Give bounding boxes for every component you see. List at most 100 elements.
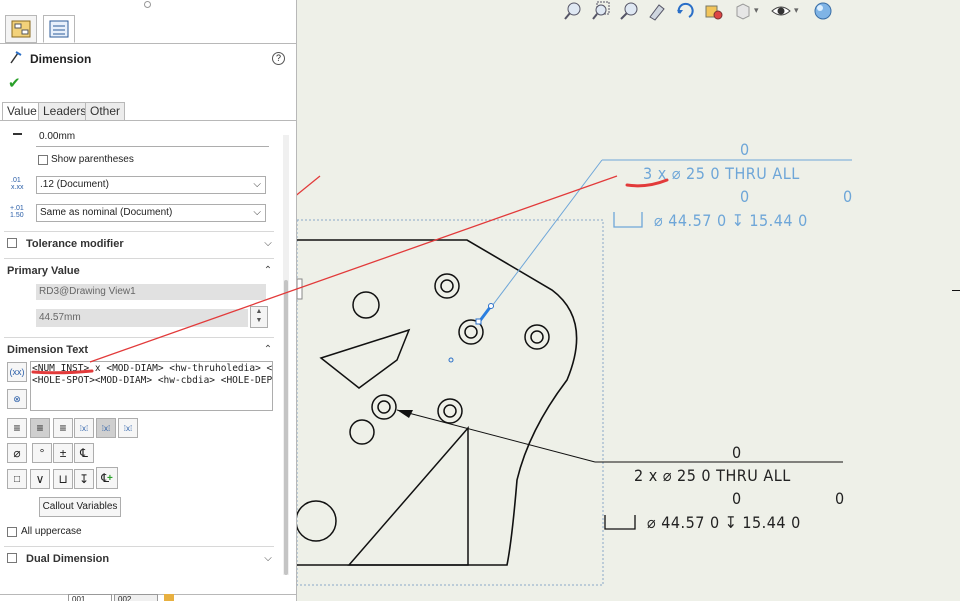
property-manager-panel: Dimension ? ✔ Value Leaders Other 0.00mm… xyxy=(0,0,297,601)
counterbore-hole-inner xyxy=(377,400,391,414)
hole[interactable] xyxy=(352,291,380,319)
tolerance-precision-select[interactable]: Same as nominal (Document) ⌵ xyxy=(36,204,266,222)
property-list-icon xyxy=(49,20,69,38)
centerline-symbol-button[interactable]: ℄ xyxy=(74,443,94,463)
counterbore-symbol-button[interactable]: ⊔ xyxy=(53,469,73,489)
chevron-down-icon: ⌵ xyxy=(253,179,261,190)
primary-value-title: Primary Value xyxy=(7,265,80,277)
dual-dimension-label: Dual Dimension xyxy=(26,553,110,565)
feature-manager-tab[interactable] xyxy=(5,15,37,43)
callout-blue-mid-zero: 0 xyxy=(740,187,750,206)
chevron-down-icon[interactable]: ⌵ xyxy=(262,238,274,250)
panel-grip[interactable] xyxy=(144,1,151,8)
justify-bottom-button[interactable]: ⁞x⁞ xyxy=(118,418,138,438)
tolerance-display-icon: +.01 1.50 xyxy=(10,205,24,219)
callout-black-line2[interactable]: ⌀ 44.57 0 ↧ 15.44 0 xyxy=(647,513,801,532)
sheet-tab-001-label: 001 xyxy=(72,595,86,601)
diameter-symbol-button[interactable]: ⌀ xyxy=(7,443,27,463)
sheet-tab-001[interactable]: 001 xyxy=(68,594,112,601)
counterbore-hole[interactable] xyxy=(437,398,463,424)
dimension-text-box[interactable]: <NUM_INST> x <MOD-DIAM> <hw-thruholedia>… xyxy=(30,361,273,411)
minus-icon xyxy=(13,133,22,135)
callout-blue-line1[interactable]: 3 x ⌀ 25 0 THRU ALL xyxy=(643,164,800,183)
hole[interactable] xyxy=(349,419,375,445)
add-sheet-icon[interactable] xyxy=(164,594,174,601)
dual-dimension-checkbox[interactable] xyxy=(7,553,17,563)
callout-black-line1[interactable]: 2 x ⌀ 25 0 THRU ALL xyxy=(634,466,791,485)
counterbore-symbol-black xyxy=(604,515,636,530)
selected-leader[interactable] xyxy=(479,159,603,323)
tab-other[interactable]: Other xyxy=(85,102,126,121)
align-left-button[interactable]: ≡ xyxy=(7,418,27,438)
more-symbols-button[interactable]: ℄ + xyxy=(96,467,118,489)
unselected-leader[interactable] xyxy=(396,409,596,463)
degree-symbol-button[interactable]: ° xyxy=(32,443,52,463)
value-spinner[interactable]: ▲ ▼ xyxy=(250,306,268,328)
countersink-symbol-button[interactable]: ∨ xyxy=(30,469,50,489)
depth-symbol-button[interactable]: ↧ xyxy=(74,469,94,489)
leader-anchor-handle[interactable] xyxy=(475,318,482,325)
chevron-up-icon[interactable]: ⌃ xyxy=(262,344,274,356)
view-handle[interactable] xyxy=(297,278,303,300)
tolerance-modifier-label: Tolerance modifier xyxy=(26,238,124,250)
callout-blue-right-zero: 0 xyxy=(843,187,853,206)
tolerance-modifier-checkbox[interactable] xyxy=(7,238,17,248)
primary-precision-value: .12 (Document) xyxy=(40,179,109,190)
dimension-text-line2: <HOLE-SPOT><MOD-DIAM> <hw-cbdia> <HOLE-D… xyxy=(32,375,273,386)
callout-blue-top-zero: 0 xyxy=(740,140,750,159)
primary-precision-select[interactable]: .12 (Document) ⌵ xyxy=(36,176,266,194)
dimension-text-title: Dimension Text xyxy=(7,344,89,356)
chevron-down-icon[interactable]: ⌵ xyxy=(262,553,274,565)
value-field[interactable]: 0.00mm xyxy=(36,130,269,147)
counterbore-hole[interactable] xyxy=(524,324,550,350)
sheet-edge-mark xyxy=(952,290,960,291)
tolerance-precision-icon: .01 x.xx xyxy=(11,177,24,191)
counterbore-hole-inner xyxy=(530,330,544,344)
property-manager-tab[interactable] xyxy=(43,15,75,43)
tab-value[interactable]: Value xyxy=(2,102,42,121)
num-inst-token: <NUM_INST> xyxy=(32,363,90,374)
dimension-text-line1: <NUM_INST> x <MOD-DIAM> <hw-thruholedia>… xyxy=(32,363,272,374)
align-right-button[interactable]: ≡ xyxy=(53,418,73,438)
dimension-icon xyxy=(10,51,22,64)
sheet-tab-002[interactable]: 002 xyxy=(114,594,158,601)
add-parentheses-button[interactable]: (xx) xyxy=(7,362,27,382)
red-annotation-line xyxy=(297,175,321,196)
all-uppercase-checkbox[interactable] xyxy=(7,527,17,537)
counterbore-symbol-blue xyxy=(613,212,643,228)
hole[interactable] xyxy=(297,500,337,542)
primary-value-field: 44.57mm xyxy=(36,309,248,327)
help-icon[interactable]: ? xyxy=(272,52,285,65)
callout-black-mid-zero: 0 xyxy=(732,489,742,508)
callout-black-top-zero: 0 xyxy=(732,443,742,462)
callout-variables-button[interactable]: Callout Variables xyxy=(39,497,121,517)
checkmark-icon[interactable]: ✔ xyxy=(8,74,21,92)
callout-black-right-zero: 0 xyxy=(835,489,845,508)
align-center-button[interactable]: ≡ xyxy=(30,418,50,438)
all-uppercase-label: All uppercase xyxy=(21,526,82,537)
show-parentheses-label: Show parentheses xyxy=(51,154,134,165)
counterbore-hole[interactable] xyxy=(371,394,397,420)
callout-blue-line2[interactable]: ⌀ 44.57 0 ↧ 15.44 0 xyxy=(654,211,808,230)
plus-minus-symbol-button[interactable]: ± xyxy=(53,443,73,463)
chevron-down-icon: ⌵ xyxy=(253,207,261,218)
justify-top-button[interactable]: ⁞x⁞ xyxy=(74,418,94,438)
inspection-dimension-button[interactable]: ⊗ xyxy=(7,389,27,409)
drawing-canvas[interactable]: ▾ ▾ 0 3 x ⌀ 25 0 THRU ALL 0 0 ⌀ 44.57 0 … xyxy=(297,0,960,601)
leader-handle[interactable] xyxy=(488,303,494,309)
triangle-cutout[interactable] xyxy=(347,425,469,566)
counterbore-hole-inner xyxy=(464,325,478,339)
square-symbol-button[interactable]: □ xyxy=(7,469,27,489)
tab-leaders[interactable]: Leaders xyxy=(38,102,92,121)
chevron-up-icon[interactable]: ⌃ xyxy=(262,265,274,277)
center-point[interactable] xyxy=(448,357,454,363)
drawing-geometry xyxy=(297,159,852,586)
justify-middle-button[interactable]: ⁞x⁞ xyxy=(96,418,116,438)
quad-cutout[interactable] xyxy=(319,328,411,389)
show-parentheses-checkbox[interactable] xyxy=(38,155,48,165)
leader-arrowhead xyxy=(397,410,413,418)
scrollbar-thumb[interactable] xyxy=(284,280,288,575)
part-outline[interactable] xyxy=(297,239,578,566)
counterbore-hole[interactable] xyxy=(434,273,460,299)
primary-value-name: RD3@Drawing View1 xyxy=(36,284,266,300)
